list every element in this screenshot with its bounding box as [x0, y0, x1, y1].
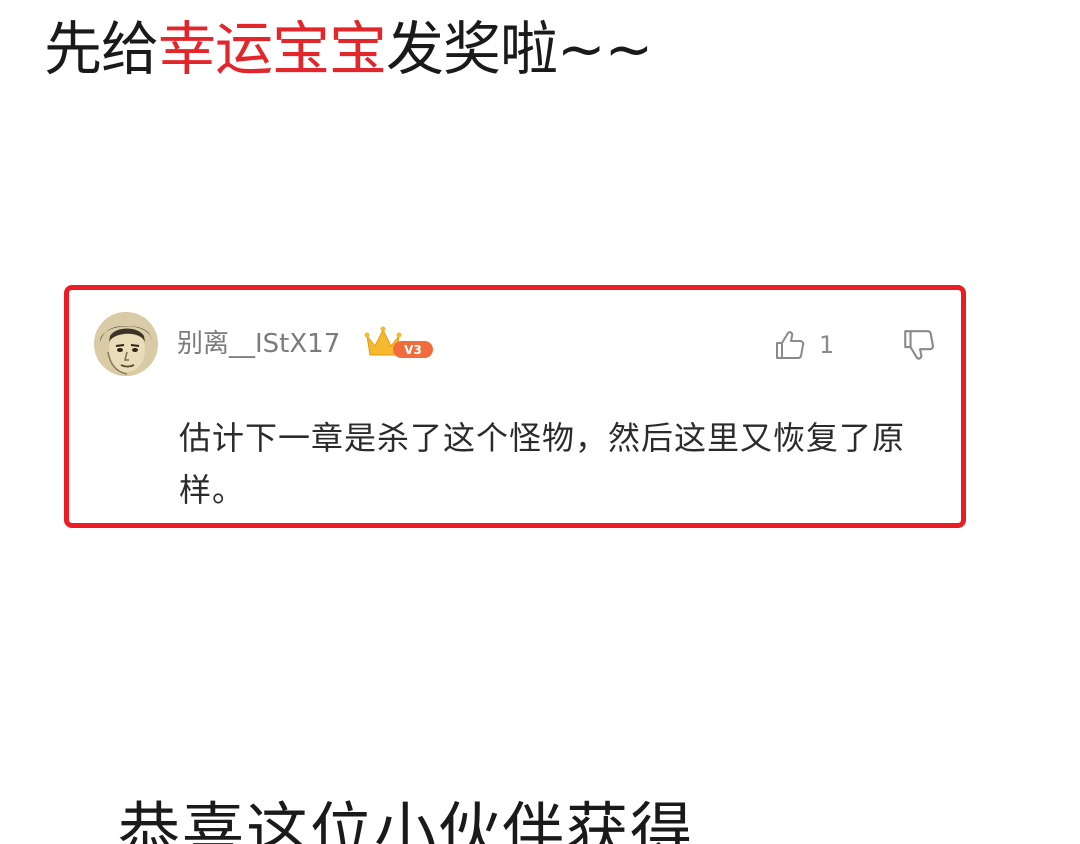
comment-username[interactable]: 别离__IStX17 [177, 328, 340, 360]
vip-level-badge: V3 [363, 322, 437, 362]
headline: 先给幸运宝宝发奖啦~~ [44, 14, 653, 84]
comment-card: 别离__IStX17 V3 1 估计下一章是杀了这个怪物，然后这里又恢复了原样。 [64, 285, 966, 528]
comment-text: 估计下一章是杀了这个怪物，然后这里又恢复了原样。 [179, 419, 906, 509]
headline-highlight: 幸运宝宝 [158, 15, 387, 83]
screenshot-page: 先给幸运宝宝发奖啦~~ 别离__IStX17 V3 1 估计下一章是杀了这个怪物… [0, 0, 1080, 844]
headline-suffix: 发奖啦~~ [386, 15, 653, 83]
thumbs-down-icon [904, 330, 935, 360]
bottom-caption: 恭喜这位小伙伴获得 [118, 795, 695, 844]
like-button[interactable]: 1 [773, 327, 834, 363]
badge-level-text: V3 [404, 343, 422, 357]
user-avatar[interactable] [94, 312, 158, 376]
thumbs-up-icon [776, 331, 805, 359]
avatar-image [94, 312, 158, 376]
headline-prefix: 先给 [44, 15, 159, 83]
like-count: 1 [819, 331, 835, 359]
dislike-button[interactable] [901, 327, 937, 363]
